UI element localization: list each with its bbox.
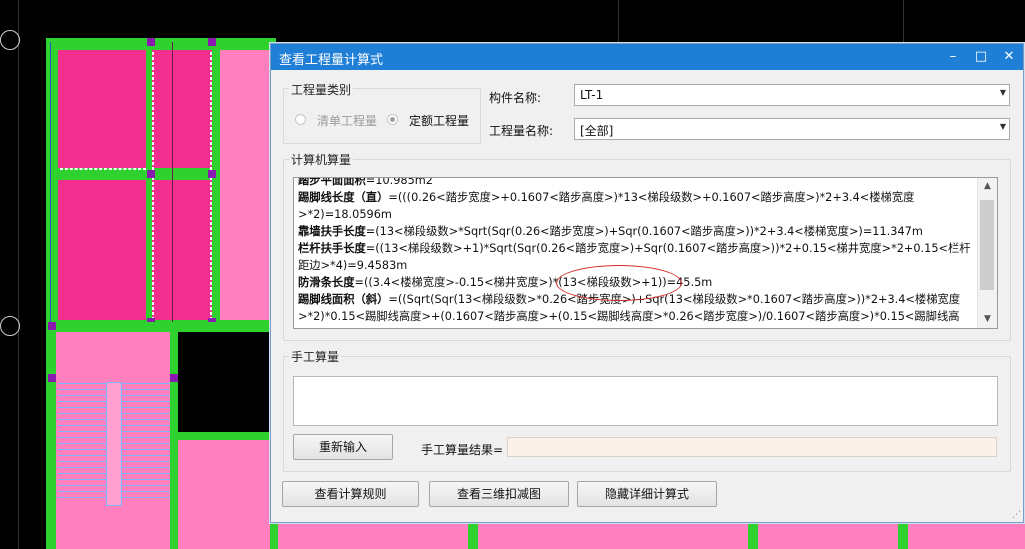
formula-item-name: 踢脚线面积（斜） xyxy=(298,293,389,306)
floor-slab xyxy=(908,522,1025,549)
floor-slab xyxy=(478,522,748,549)
floor-slab xyxy=(758,522,898,549)
hide-detail-formula-button[interactable]: 隐藏详细计算式 xyxy=(577,481,717,507)
formula-expr: =(((0.26<踏步宽度>+0.1607<踏步高度>)*13<梯段级数>+0.… xyxy=(298,191,915,221)
radio-quota-quantity-label: 定额工程量 xyxy=(409,114,470,128)
floor-slab xyxy=(178,440,270,549)
radio-quota-quantity[interactable] xyxy=(387,114,398,125)
manual-calc-label: 手工算量 xyxy=(289,348,342,365)
component-name-label: 构件名称: xyxy=(489,91,542,105)
scroll-thumb[interactable] xyxy=(980,200,994,290)
formula-item-name: 靠墙扶手长度 xyxy=(298,225,366,238)
quantity-formula-dialog[interactable]: 查看工程量计算式 – □ ✕ 工程量类别 清单工程量 定额工程量 构件名称: L… xyxy=(270,43,1024,523)
grid-line xyxy=(903,0,904,45)
formula-textbox[interactable]: 踏步平面面积=10.985m2 踢脚线长度（直）=(((0.26<踏步宽度>+0… xyxy=(293,177,998,329)
scroll-down-icon[interactable]: ▼ xyxy=(978,311,997,328)
formula-expr: =(13<梯段级数>*Sqrt(Sqr(0.26<踏步宽度>)+Sqr(0.16… xyxy=(365,225,923,238)
scroll-up-icon[interactable]: ▲ xyxy=(978,178,997,195)
manual-calc-input[interactable] xyxy=(293,376,998,426)
grip-handle[interactable] xyxy=(147,38,155,46)
grip-handle[interactable] xyxy=(48,374,56,382)
reenter-button[interactable]: 重新输入 xyxy=(293,434,393,460)
grip-handle[interactable] xyxy=(208,170,216,178)
grip-handle[interactable] xyxy=(208,38,216,46)
formula-item-name: 栏杆扶手长度 xyxy=(298,242,366,255)
stair-slab xyxy=(58,180,146,320)
radio-bill-quantity[interactable] xyxy=(295,114,306,125)
grip-handle[interactable] xyxy=(170,374,178,382)
chevron-down-icon: ▼ xyxy=(999,122,1006,131)
quantity-name-select[interactable]: [全部] ▼ xyxy=(574,118,1010,140)
dashed-edge xyxy=(210,52,212,320)
formula-item-name: 踢脚线长度（直） xyxy=(298,191,389,204)
radio-bill-quantity-label: 清单工程量 xyxy=(317,114,378,128)
close-icon[interactable]: ✕ xyxy=(995,44,1023,70)
dialog-titlebar[interactable]: 查看工程量计算式 – □ ✕ xyxy=(271,44,1023,70)
minimize-icon[interactable]: – xyxy=(939,44,967,70)
floor-slab xyxy=(278,522,468,549)
stair-slab xyxy=(152,50,212,168)
dashed-edge xyxy=(152,52,154,320)
formula-line: 踢脚线长度（直）=(((0.26<踏步宽度>+0.1607<踏步高度>)*13<… xyxy=(298,189,974,223)
formula-item-name: 防滑条长度 xyxy=(298,276,355,289)
formula-scrollbar[interactable]: ▲ ▼ xyxy=(977,178,997,328)
dashed-edge xyxy=(60,168,146,170)
component-name-value: LT-1 xyxy=(580,88,604,102)
formula-expr: =10.985m2 xyxy=(365,177,433,187)
dialog-title: 查看工程量计算式 xyxy=(279,53,384,68)
maximize-icon[interactable]: □ xyxy=(967,44,995,70)
stair-slab xyxy=(152,180,212,320)
formula-lines: 踏步平面面积=10.985m2 踢脚线长度（直）=(((0.26<踏步宽度>+0… xyxy=(298,177,974,325)
manual-result-field[interactable] xyxy=(507,437,997,457)
grid-line xyxy=(18,0,19,549)
component-name-select[interactable]: LT-1 ▼ xyxy=(574,84,1010,106)
grid-line xyxy=(618,0,619,45)
axis-bubble-icon xyxy=(0,316,20,336)
quantity-name-label: 工程量名称: xyxy=(489,124,554,138)
stair-well xyxy=(106,382,122,506)
axis-line xyxy=(50,42,51,332)
annotation-ellipse xyxy=(556,265,682,301)
formula-item-name: 踏步平面面积 xyxy=(298,177,366,187)
opening xyxy=(178,332,270,432)
floor-slab xyxy=(220,50,270,320)
category-group-label: 工程量类别 xyxy=(289,81,354,98)
quantity-name-value: [全部] xyxy=(580,124,614,138)
computer-calc-label: 计算机算量 xyxy=(289,151,354,168)
stair-slab xyxy=(58,50,146,168)
grip-handle[interactable] xyxy=(48,322,56,330)
axis-line xyxy=(172,42,173,332)
chevron-down-icon: ▼ xyxy=(999,88,1006,97)
grip-handle[interactable] xyxy=(147,170,155,178)
formula-line: 靠墙扶手长度=(13<梯段级数>*Sqrt(Sqr(0.26<踏步宽度>)+Sq… xyxy=(298,223,974,240)
resize-grip-icon[interactable]: ⋰ xyxy=(1012,510,1021,520)
formula-line: 踏步平面面积=10.985m2 xyxy=(298,177,974,189)
axis-bubble-icon xyxy=(0,30,20,50)
view-3d-deduction-button[interactable]: 查看三维扣减图 xyxy=(429,481,569,507)
view-calc-rules-button[interactable]: 查看计算规则 xyxy=(282,481,419,507)
manual-result-label: 手工算量结果= xyxy=(421,443,504,457)
